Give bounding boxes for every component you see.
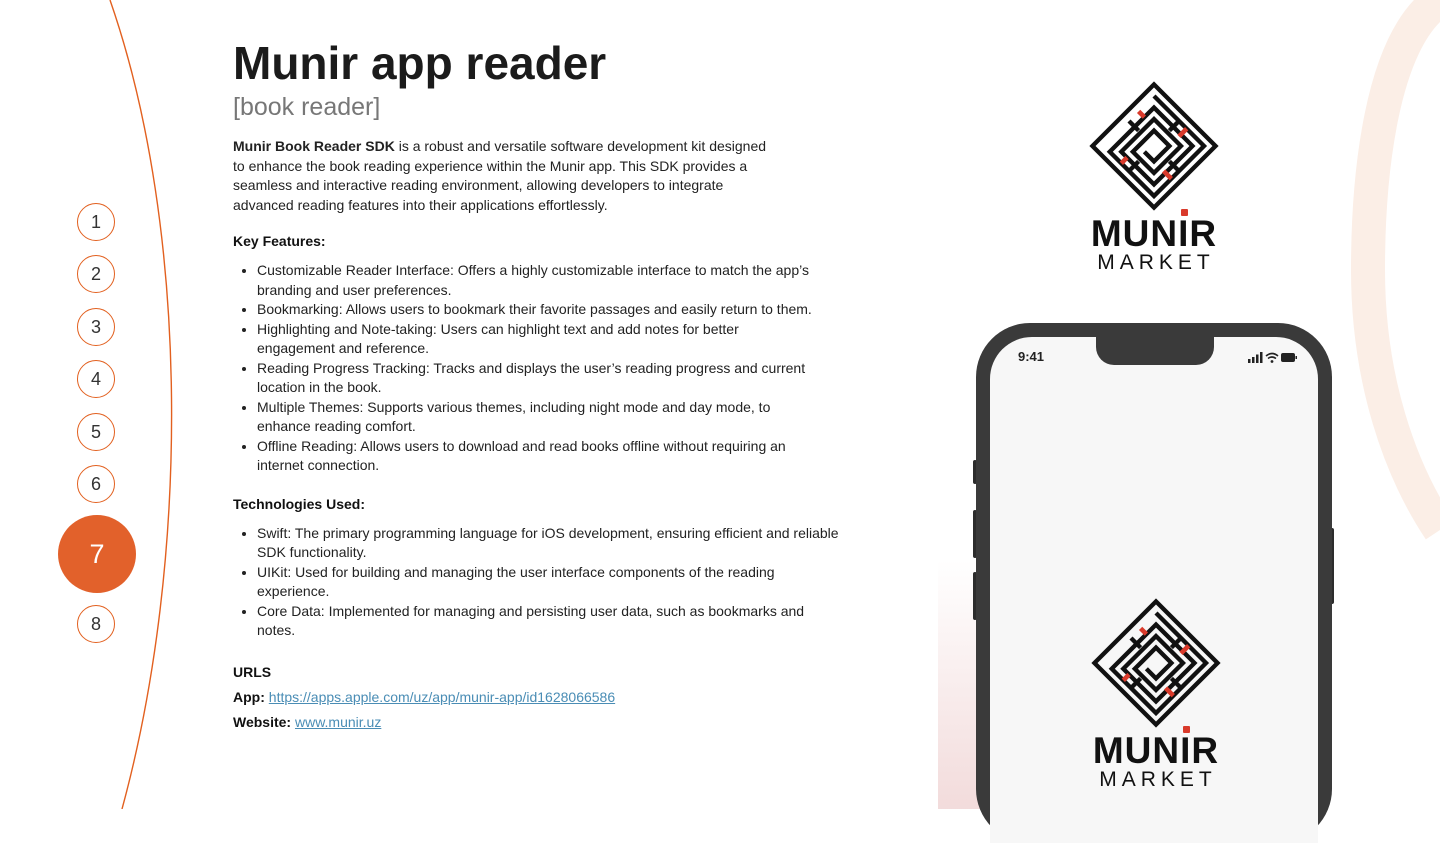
app-url-label: App: <box>233 688 265 705</box>
logo-brand-text: MUN IR <box>1086 726 1226 769</box>
status-bar-icons <box>1248 352 1297 363</box>
intro-paragraph: Munir Book Reader SDK is a robust and ve… <box>233 137 773 215</box>
list-item: Highlighting and Note-taking: Users can … <box>257 320 817 359</box>
list-item: Core Data: Implemented for managing and … <box>257 602 841 641</box>
battery-icon <box>1281 353 1297 362</box>
features-heading: Key Features: <box>233 233 326 249</box>
list-item: Bookmarking: Allows users to bookmark th… <box>257 300 817 320</box>
main-content: Munir app reader [book reader] Munir Boo… <box>233 36 853 732</box>
list-item: UIKit: Used for building and managing th… <box>257 563 841 602</box>
munir-market-logo: MUN IR MARKET <box>1084 78 1224 274</box>
status-bar-time: 9:41 <box>1018 349 1045 364</box>
app-store-link[interactable]: https://apps.apple.com/uz/app/munir-app/… <box>269 689 615 705</box>
page-title: Munir app reader <box>233 37 607 89</box>
page-nav-7-active[interactable]: 7 <box>58 515 136 593</box>
app-url-row: App: https://apps.apple.com/uz/app/munir… <box>233 688 853 707</box>
urls-heading: URLS <box>233 663 272 680</box>
signal-icon <box>1248 352 1263 363</box>
list-item: Multiple Themes: Supports various themes… <box>257 398 817 437</box>
list-item: Reading Progress Tracking: Tracks and di… <box>257 359 817 398</box>
page-nav-5[interactable]: 5 <box>77 413 115 451</box>
phone-mockup: 9:41 MUN IR MARKET <box>976 323 1332 843</box>
website-url-label: Website: <box>233 713 292 730</box>
page-nav-2[interactable]: 2 <box>77 255 115 293</box>
list-item: Offline Reading: Allows users to downloa… <box>257 437 817 476</box>
website-url-row: Website: www.munir.uz <box>233 713 853 732</box>
website-link[interactable]: www.munir.uz <box>295 714 381 730</box>
decorative-right-arc <box>1350 0 1440 540</box>
decorative-left-curve <box>109 0 173 809</box>
page-nav-4[interactable]: 4 <box>77 360 115 398</box>
page-nav-3[interactable]: 3 <box>77 308 115 346</box>
page-nav-1[interactable]: 1 <box>77 203 115 241</box>
technologies-heading: Technologies Used: <box>233 495 365 512</box>
maze-logo-icon <box>1091 598 1221 728</box>
technologies-list: Swift: The primary programming language … <box>233 524 841 641</box>
list-item: Swift: The primary programming language … <box>257 524 841 563</box>
page-subtitle: [book reader] <box>233 93 381 121</box>
features-list: Customizable Reader Interface: Offers a … <box>233 261 817 476</box>
wifi-icon <box>1265 352 1279 360</box>
intro-lead: Munir Book Reader SDK <box>233 138 395 154</box>
maze-logo-icon <box>1089 81 1219 211</box>
phone-notch <box>1096 337 1214 365</box>
list-item: Customizable Reader Interface: Offers a … <box>257 261 817 300</box>
logo-sub-text: MARKET <box>1099 768 1217 791</box>
page-nav-6[interactable]: 6 <box>77 465 115 503</box>
phone-screen: 9:41 MUN IR MARKET <box>990 337 1318 843</box>
munir-market-splash-logo: MUN IR MARKET <box>1086 595 1226 791</box>
logo-brand-text: MUN IR <box>1084 209 1224 252</box>
page-nav-8[interactable]: 8 <box>77 605 115 643</box>
logo-sub-text: MARKET <box>1097 251 1215 274</box>
